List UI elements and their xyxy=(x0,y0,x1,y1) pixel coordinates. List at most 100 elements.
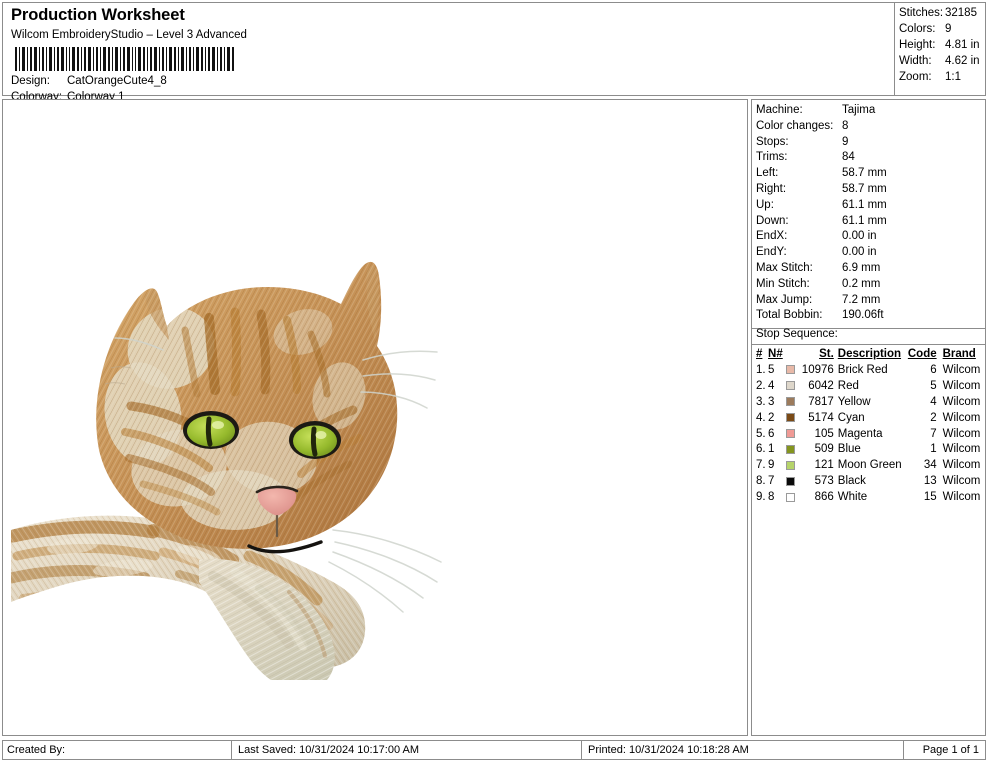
row-swatch xyxy=(784,489,797,505)
stat-row-machine: Machine: Tajima xyxy=(756,104,985,120)
row-description: Yellow xyxy=(838,394,908,410)
endx-value: 0.00 in xyxy=(842,230,877,242)
stat-row-total-bobbin: Total Bobbin: 190.06ft xyxy=(756,309,985,325)
row-description: Cyan xyxy=(838,410,908,426)
stop-sequence-table: # N# St. Description Code Brand 1. 5 109… xyxy=(756,346,982,505)
col-header-stitches: St. xyxy=(797,346,838,362)
row-swatch xyxy=(784,410,797,426)
stat-row-max-stitch: Max Stitch: 6.9 mm xyxy=(756,262,985,278)
row-description: Blue xyxy=(838,441,908,457)
thread-color-swatch xyxy=(786,445,795,454)
table-row: 4. 2 5174 Cyan 2 Wilcom xyxy=(756,410,982,426)
stat-row-max-jump: Max Jump: 7.2 mm xyxy=(756,294,985,310)
machine-info-panel: Machine: Tajima Color changes: 8 Stops: … xyxy=(751,99,986,736)
row-code: 15 xyxy=(908,489,941,505)
row-num: 2. xyxy=(756,378,768,394)
stat-row-stops: Stops: 9 xyxy=(756,136,985,152)
summary-row-zoom: Zoom: 1:1 xyxy=(899,71,987,87)
min-stitch-value: 0.2 mm xyxy=(842,278,880,290)
table-row: 1. 5 10976 Brick Red 6 Wilcom xyxy=(756,362,982,378)
row-swatch xyxy=(784,378,797,394)
row-code: 34 xyxy=(908,457,941,473)
row-stitches: 10976 xyxy=(797,362,838,378)
row-num: 7. xyxy=(756,457,768,473)
summary-row-height: Height: 4.81 in xyxy=(899,39,987,55)
row-code: 5 xyxy=(908,378,941,394)
table-header-row: # N# St. Description Code Brand xyxy=(756,346,982,362)
row-num: 9. xyxy=(756,489,768,505)
trims-label: Trims: xyxy=(756,151,788,163)
row-stitches: 509 xyxy=(797,441,838,457)
stops-value: 9 xyxy=(842,136,848,148)
worksheet-header: Production Worksheet Wilcom EmbroiderySt… xyxy=(2,2,986,96)
left-label: Left: xyxy=(756,167,778,179)
row-nnum: 3 xyxy=(768,394,784,410)
design-preview-area[interactable] xyxy=(2,99,748,736)
row-description: Magenta xyxy=(838,426,908,442)
stop-sequence-divider xyxy=(752,344,985,345)
summary-row-width: Width: 4.62 in xyxy=(899,55,987,71)
row-num: 8. xyxy=(756,473,768,489)
table-row: 3. 3 7817 Yellow 4 Wilcom xyxy=(756,394,982,410)
created-by-label: Created By: xyxy=(7,741,207,759)
row-num: 3. xyxy=(756,394,768,410)
left-value: 58.7 mm xyxy=(842,167,887,179)
thread-color-swatch xyxy=(786,461,795,470)
up-label: Up: xyxy=(756,199,774,211)
row-nnum: 4 xyxy=(768,378,784,394)
row-brand: Wilcom xyxy=(941,441,982,457)
row-nnum: 2 xyxy=(768,410,784,426)
header-identity-block: Production Worksheet Wilcom EmbroiderySt… xyxy=(3,3,893,95)
row-swatch xyxy=(784,473,797,489)
row-description: Moon Green xyxy=(838,457,908,473)
row-brand: Wilcom xyxy=(941,457,982,473)
summary-row-colors: Colors: 9 xyxy=(899,23,987,39)
stat-row-up: Up: 61.1 mm xyxy=(756,199,985,215)
row-stitches: 573 xyxy=(797,473,838,489)
summary-row-stitches: Stitches: 32185 xyxy=(899,7,987,23)
row-code: 6 xyxy=(908,362,941,378)
machine-stats-list: Machine: Tajima Color changes: 8 Stops: … xyxy=(752,100,985,329)
row-description: Black xyxy=(838,473,908,489)
row-code: 4 xyxy=(908,394,941,410)
max-stitch-label: Max Stitch: xyxy=(756,262,813,274)
down-value: 61.1 mm xyxy=(842,215,887,227)
thread-color-swatch xyxy=(786,365,795,374)
colors-label: Colors: xyxy=(899,23,935,35)
page-title: Production Worksheet xyxy=(11,6,185,25)
row-brand: Wilcom xyxy=(941,378,982,394)
row-brand: Wilcom xyxy=(941,489,982,505)
thread-color-swatch xyxy=(786,381,795,390)
table-row: 7. 9 121 Moon Green 34 Wilcom xyxy=(756,457,982,473)
stat-row-left: Left: 58.7 mm xyxy=(756,167,985,183)
max-jump-label: Max Jump: xyxy=(756,294,812,306)
zoom-label: Zoom: xyxy=(899,71,932,83)
color-changes-value: 8 xyxy=(842,120,848,132)
thread-color-swatch xyxy=(786,477,795,486)
row-num: 5. xyxy=(756,426,768,442)
colors-value: 9 xyxy=(945,23,951,35)
stat-row-color-changes: Color changes: 8 xyxy=(756,120,985,136)
right-label: Right: xyxy=(756,183,786,195)
worksheet-footer: Created By: Last Saved: 10/31/2024 10:17… xyxy=(2,740,986,760)
height-label: Height: xyxy=(899,39,935,51)
stat-row-endx: EndX: 0.00 in xyxy=(756,230,985,246)
max-stitch-value: 6.9 mm xyxy=(842,262,880,274)
row-brand: Wilcom xyxy=(941,410,982,426)
row-brand: Wilcom xyxy=(941,394,982,410)
total-bobbin-value: 190.06ft xyxy=(842,309,884,321)
color-changes-label: Color changes: xyxy=(756,120,833,132)
min-stitch-label: Min Stitch: xyxy=(756,278,810,290)
thread-color-swatch xyxy=(786,429,795,438)
barcode-icon xyxy=(13,47,235,71)
trims-value: 84 xyxy=(842,151,855,163)
stat-row-down: Down: 61.1 mm xyxy=(756,215,985,231)
row-stitches: 5174 xyxy=(797,410,838,426)
stat-row-right: Right: 58.7 mm xyxy=(756,183,985,199)
row-nnum: 5 xyxy=(768,362,784,378)
machine-value: Tajima xyxy=(842,104,875,116)
row-swatch xyxy=(784,394,797,410)
row-stitches: 121 xyxy=(797,457,838,473)
row-nnum: 8 xyxy=(768,489,784,505)
stitches-label: Stitches: xyxy=(899,7,943,19)
